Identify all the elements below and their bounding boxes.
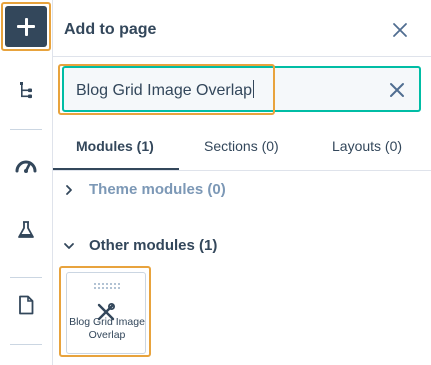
other-modules-label: Other modules (1) (89, 237, 218, 254)
tabs-divider (53, 170, 431, 171)
panel-title: Add to page (64, 21, 157, 38)
other-modules-group[interactable]: Other modules (1) (63, 237, 217, 254)
rail-divider (10, 344, 42, 345)
tab-bar: Modules (1) Sections (0) Layouts (0) (53, 126, 431, 171)
search-value-highlight (58, 64, 275, 115)
module-card[interactable]: Blog Grid Image Overlap (66, 272, 146, 354)
close-icon[interactable] (390, 20, 410, 40)
tab-modules[interactable]: Modules (1) (76, 138, 154, 154)
add-button[interactable] (5, 6, 47, 47)
add-to-page-panel: Add to page Blog Grid Image Overlap Modu… (53, 0, 431, 365)
theme-modules-label: Theme modules (0) (89, 181, 226, 198)
header-divider (53, 56, 431, 57)
module-card-label: Blog Grid Image Overlap (69, 316, 145, 341)
document-icon (19, 295, 34, 315)
theme-modules-group[interactable]: Theme modules (0) (63, 181, 226, 198)
rail-structure-button[interactable] (0, 70, 52, 110)
chevron-down-icon (64, 242, 74, 249)
chevron-right-icon (66, 184, 72, 195)
tab-layouts[interactable]: Layouts (0) (332, 138, 402, 154)
drag-handle-icon (94, 283, 120, 289)
rail-page-settings-button[interactable] (0, 285, 52, 325)
left-rail (0, 0, 53, 365)
rail-test-button[interactable] (0, 210, 52, 250)
flask-icon (18, 221, 34, 238)
tab-sections[interactable]: Sections (0) (204, 138, 279, 154)
plus-icon-stroke (24, 17, 28, 36)
tree-structure-icon (20, 82, 32, 99)
clear-search-icon[interactable] (388, 81, 406, 99)
rail-divider (10, 129, 42, 130)
gauge-icon (15, 160, 37, 173)
rail-divider (10, 277, 42, 278)
rail-performance-button[interactable] (0, 145, 52, 185)
